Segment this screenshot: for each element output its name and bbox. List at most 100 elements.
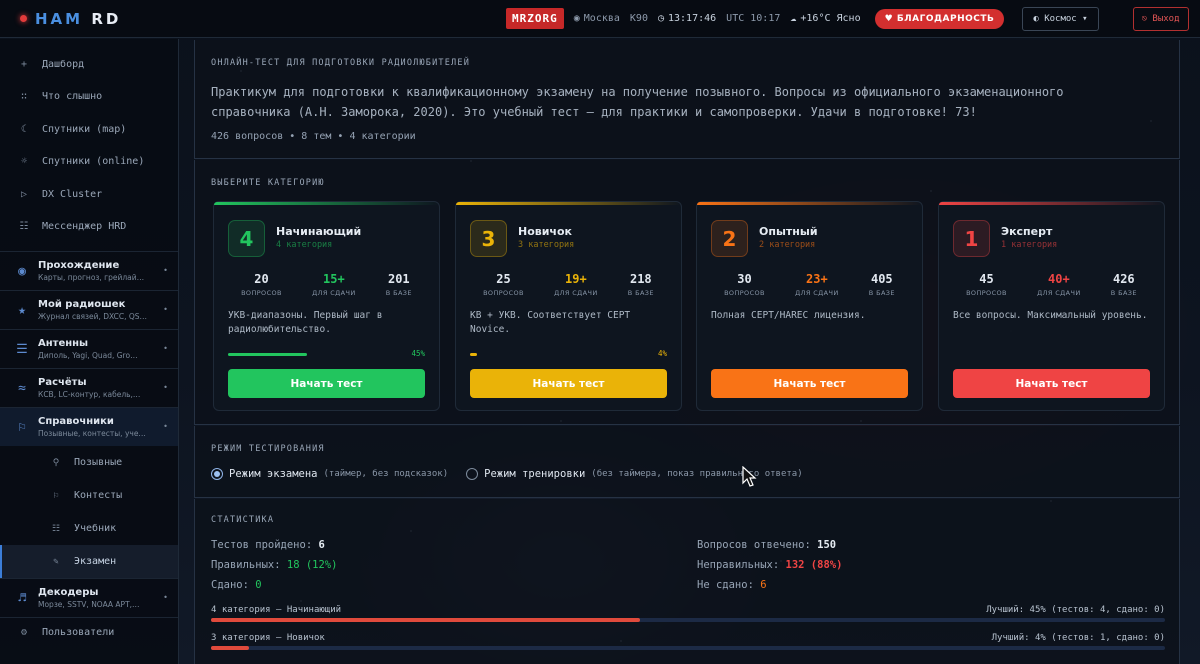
start-test-button[interactable]: Начать тест [470, 369, 667, 398]
stats-section-title: СТАТИСТИКА [211, 515, 275, 525]
clock-icon: ◷ [657, 13, 664, 24]
sidebar-item-sat-map[interactable]: ☾ Спутники (map) [0, 113, 178, 146]
base-count: 426 [1112, 272, 1135, 286]
play-icon: ▷ [20, 188, 28, 200]
radio-unchecked-icon [466, 468, 479, 480]
pass-count: 23+ [806, 272, 828, 286]
sidebar-subitem-textbook[interactable]: ☷ Учебник [0, 512, 178, 545]
sidebar-item-dx-cluster[interactable]: ▷ DX Cluster [0, 178, 178, 211]
questions-count: 30 [737, 272, 752, 286]
book-icon: ☷ [51, 523, 61, 534]
category-number-badge: 1 [953, 220, 990, 257]
category-number-badge: 2 [711, 220, 748, 257]
location-icon: ◉ [573, 13, 580, 24]
category-card[interactable]: 3 Новичок 3 категория 25 ВОПРОСОВ 19+ ДЛЯ … [455, 201, 682, 411]
base-count: 201 [387, 272, 410, 286]
sidebar-subitem-contests[interactable]: ⚐ Контесты [0, 479, 178, 512]
pass-count: 40+ [1048, 272, 1070, 286]
sidebar-group-antennas[interactable]: ☰ Антенны Диполь, Yagi, Quad, Gro… • [0, 329, 178, 368]
weather-label: +16°C Ясно [800, 13, 861, 24]
logo-text-b: RD [91, 9, 122, 28]
tests-stat: Тестов пройдено: 6 [211, 539, 325, 551]
callsign-badge[interactable]: MRZORG [506, 8, 564, 29]
logo[interactable]: HAM RD [0, 10, 180, 28]
category-number-badge: 4 [228, 220, 265, 257]
sidebar-item-dashboard[interactable]: + Дашборд [0, 48, 178, 81]
card-accent-bar [214, 202, 439, 205]
category-section-title: ВЫБЕРИТЕ КАТЕГОРИЮ [211, 178, 325, 188]
sidebar-subitem-exam[interactable]: ✎ Экзамен [0, 545, 178, 578]
chevron-icon: • [163, 305, 168, 314]
chevron-icon: • [163, 266, 168, 275]
flag-icon: ⚐ [53, 490, 59, 501]
category-progress-label: 4% [657, 349, 667, 358]
moon-icon: ☾ [20, 123, 28, 135]
sidebar-item-sat-online[interactable]: ☼ Спутники (online) [0, 146, 178, 179]
category-stat-label: 4 категория — Начинающий [211, 605, 342, 615]
passed-stat: Сдано: 0 [211, 579, 262, 591]
category-subtitle: 3 категория [518, 240, 575, 250]
mode-panel: РЕЖИМ ТЕСТИРОВАНИЯ Режим экзамена (таймер… [194, 426, 1180, 498]
theme-select[interactable]: ◐ Космос ▾ [1022, 6, 1099, 31]
sun-icon: ☼ [20, 156, 28, 168]
start-test-button[interactable]: Начать тест [711, 369, 908, 398]
sidebar-group-calculations[interactable]: ≈ Расчёты КСВ, LC-контур, кабель,… • [0, 368, 178, 407]
wave-icon: ≈ [18, 380, 26, 396]
category-stat-track [211, 618, 1165, 622]
category-name: Эксперт [1001, 225, 1053, 238]
globe-icon: ◉ [18, 263, 26, 279]
category-stat-fill [211, 646, 250, 650]
category-stat-track [211, 646, 1165, 650]
card-accent-bar [456, 202, 681, 205]
pencil-icon: ✎ [53, 556, 59, 567]
list-icon: ☷ [19, 221, 29, 233]
category-card[interactable]: 1 Эксперт 1 категория 45 ВОПРОСОВ 40+ ДЛЯ … [938, 201, 1165, 411]
category-stat-label: 3 категория — Новичок [211, 633, 325, 643]
exam-mode-radio[interactable]: Режим экзамена (таймер, без подсказок) [211, 468, 448, 480]
category-subtitle: 4 категория [276, 240, 333, 250]
category-best-label: Лучший: 4% (тестов: 1, сдано: 0) [991, 633, 1165, 643]
music-icon: ♬ [18, 590, 26, 606]
sidebar-item-messenger[interactable]: ☷ Мессенджер HRD [0, 211, 178, 244]
sidebar-group-decoders[interactable]: ♬ Декодеры Морзе, SSTV, NOAA APT,… • [0, 578, 178, 617]
chevron-icon: • [163, 383, 168, 392]
base-count: 218 [629, 272, 652, 286]
intro-meta: 426 вопросов • 8 тем • 4 категории [211, 131, 416, 142]
sidebar-subitem-callsigns[interactable]: ⚲ Позывные [0, 446, 178, 479]
card-accent-bar [697, 202, 922, 205]
flag-icon: ⚐ [18, 419, 26, 435]
category-progress-bar [228, 353, 426, 356]
category-best-label: Лучший: 45% (тестов: 4, сдано: 0) [986, 605, 1165, 615]
stats-panel: СТАТИСТИКА Тестов пройдено: 6 Правильных… [194, 499, 1180, 664]
failed-stat: Не сдано: 6 [697, 579, 767, 591]
category-card[interactable]: 2 Опытный 2 категория 30 ВОПРОСОВ 23+ ДЛЯ … [696, 201, 923, 411]
plus-icon: + [20, 58, 28, 70]
intro-panel: ОНЛАЙН-ТЕСТ ДЛЯ ПОДГОТОВКИ РАДИОЛЮБИТЕЛЕ… [194, 40, 1180, 159]
chevron-icon: • [163, 422, 168, 431]
radio-checked-icon [211, 468, 223, 480]
sidebar-group-propagation[interactable]: ◉ Прохождение Карты, прогноз, грейлай… • [0, 251, 178, 290]
answered-stat: Вопросов отвечено: 150 [697, 539, 837, 551]
start-test-button[interactable]: Начать тест [953, 369, 1150, 398]
wrong-stat: Неправильных: 132 (88%) [697, 559, 843, 571]
chevron-icon: • [163, 344, 168, 353]
city-label: Москва [583, 13, 620, 24]
category-stat-fill [211, 618, 641, 622]
category-card[interactable]: 4 Начинающий 4 категория 20 ВОПРОСОВ 15+ Д… [213, 201, 440, 411]
sidebar-item-heard[interactable]: ∷ Что слышно [0, 81, 178, 114]
logout-button[interactable]: ⎋ Выход [1132, 6, 1189, 31]
pass-count: 19+ [565, 272, 587, 286]
thanks-button[interactable]: ♥ БЛАГОДАРНОСТЬ [874, 8, 1005, 29]
chevron-icon: • [163, 593, 168, 602]
dots-icon: ∷ [20, 91, 28, 103]
category-description: Все вопросы. Максимальный уровень. [953, 310, 1148, 321]
sidebar-item-users[interactable]: ⚙ Пользователи [0, 617, 178, 647]
sidebar-group-radioshack[interactable]: ★ Мой радиошек Журнал связей, DXCC, QS… • [0, 290, 178, 329]
category-stats: 45 ВОПРОСОВ 40+ ДЛЯ СДАЧИ 426 В БАЗЕ [966, 272, 1137, 297]
category-progress-bar [470, 353, 668, 356]
start-test-button[interactable]: Начать тест [228, 369, 425, 398]
sidebar-group-references[interactable]: ⚐ Справочники Позывные, контесты, уче… • [0, 407, 178, 446]
top-bar: HAM RD MRZORG ◉ Москва K90 ◷ 13:17:46 UTC … [0, 0, 1200, 38]
intro-description: Практикум для подготовки к квалификацион… [211, 85, 1064, 119]
base-count: 405 [870, 272, 893, 286]
